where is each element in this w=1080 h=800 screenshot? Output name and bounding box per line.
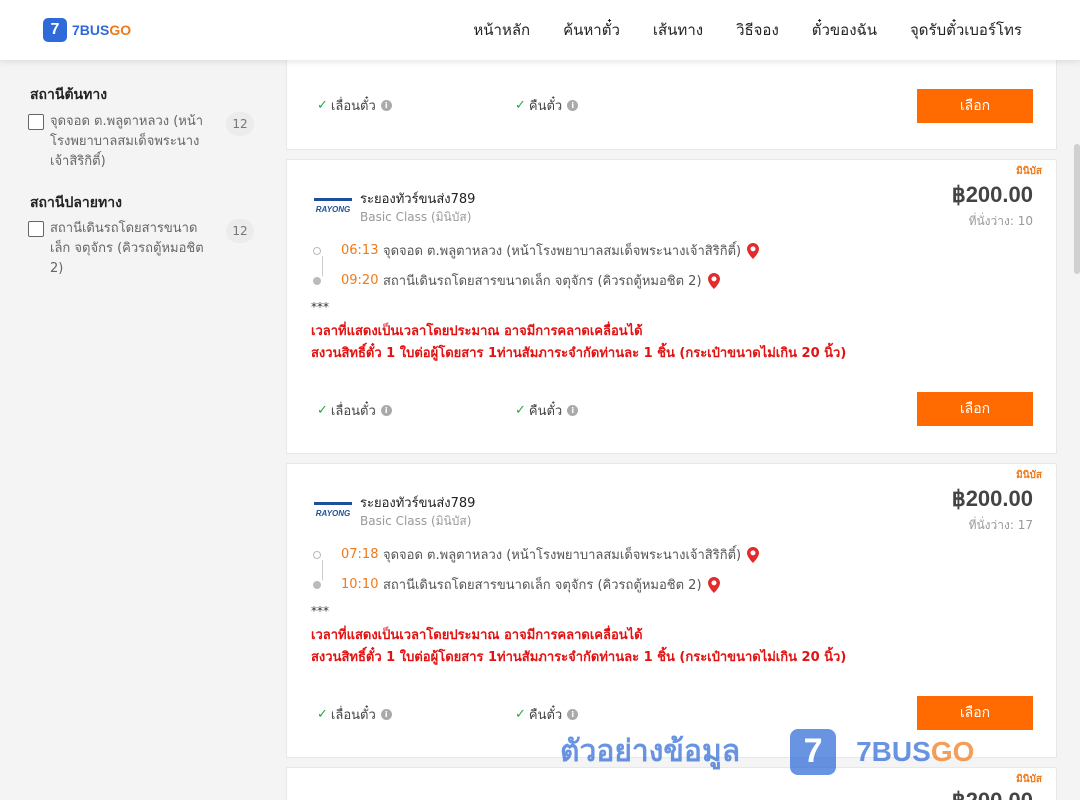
origin-filter-option[interactable]: จุดจอด ต.พลูตาหลวง (หน้าโรงพยาบาลสมเด็จพ… [28, 112, 258, 172]
check-icon: ✓ [515, 98, 526, 113]
arrival-stop: 09:20 สถานีเดินรถโดยสารขนาดเล็ก จตุจักร … [313, 270, 720, 291]
seats-available: ที่นั่งว่าง: 17 [968, 518, 1033, 532]
warning-note: เวลาที่แสดงเป็นเวลาโดยประมาณ อาจมีการคลา… [311, 324, 643, 339]
arrival-time: 10:10 [341, 577, 379, 592]
arrival-dot [313, 276, 321, 285]
ticket-price: ฿200.00 [951, 486, 1033, 511]
trip-card: มินิบัส RAYONG ระยองทัวร์ขนส่ง789 Basic … [286, 463, 1057, 758]
service-class: Basic Class (มินิบัส) [360, 514, 472, 528]
info-icon[interactable]: i [380, 100, 392, 111]
arrival-station: สถานีเดินรถโดยสารขนาดเล็ก จตุจักร (คิวรถ… [383, 578, 702, 593]
nav-my-tickets[interactable]: ตั๋วของฉัน [812, 18, 877, 42]
nav-routes[interactable]: เส้นทาง [653, 18, 703, 42]
operator-logo: RAYONG [314, 198, 352, 214]
info-icon[interactable]: i [567, 709, 579, 720]
filter-sidebar: สถานีต้นทาง จุดจอด ต.พลูตาหลวง (หน้าโรงพ… [0, 60, 270, 800]
brand-logo[interactable]: 7 7BUSGO [43, 18, 131, 42]
logo-icon: 7 [43, 18, 67, 42]
warning-note: สงวนสิทธิ์ตั๋ว 1 ใบต่อผู้โดยสาร 1ท่านสัม… [311, 650, 847, 665]
arrival-time: 09:20 [341, 273, 379, 288]
operator-name: ระยองทัวร์ขนส่ง789 [360, 192, 476, 207]
ticket-price: ฿200.00 [952, 788, 1033, 800]
trip-card: มินิบัส RAYONG ระยองทัวร์ขนส่ง789 Basic … [286, 159, 1057, 454]
reschedule-feature: ✓ เลื่อนตั๋ว i [317, 400, 392, 421]
nav-home[interactable]: หน้าหลัก [473, 18, 530, 42]
map-pin-icon[interactable] [707, 272, 720, 289]
reschedule-feature: ✓ เลื่อนตั๋ว i [317, 95, 392, 116]
svg-text:RAYONG: RAYONG [316, 205, 351, 214]
destination-filter-title: สถานีปลายทาง [30, 195, 122, 211]
service-class: Basic Class (มินิบัส) [360, 210, 472, 224]
main-nav: หน้าหลัก ค้นหาตั๋ว เส้นทาง วิธีจอง ตั๋วข… [440, 0, 1022, 60]
arrival-stop: 10:10 สถานีเดินรถโดยสารขนาดเล็ก จตุจักร … [313, 574, 720, 595]
top-header: 7 7BUSGO หน้าหลัก ค้นหาตั๋ว เส้นทาง วิธี… [0, 0, 1080, 60]
map-pin-icon[interactable] [747, 242, 760, 259]
departure-time: 06:13 [341, 243, 379, 258]
refund-feature: ✓ คืนตั๋ว i [515, 400, 579, 421]
origin-filter-title: สถานีต้นทาง [30, 87, 108, 103]
warning-note: เวลาที่แสดงเป็นเวลาโดยประมาณ อาจมีการคลา… [311, 628, 643, 643]
nav-how-to-book[interactable]: วิธีจอง [736, 18, 779, 42]
logo-text: 7BUSGO [72, 22, 132, 38]
departure-dot [313, 550, 321, 559]
check-icon: ✓ [317, 707, 328, 722]
info-icon[interactable]: i [380, 709, 392, 720]
check-icon: ✓ [515, 707, 526, 722]
info-icon[interactable]: i [567, 100, 579, 111]
scrollbar-thumb[interactable] [1074, 144, 1080, 274]
nav-search-ticket[interactable]: ค้นหาตั๋ว [563, 18, 620, 42]
note-marker: *** [311, 604, 329, 618]
map-pin-icon[interactable] [747, 546, 760, 563]
check-icon: ✓ [515, 403, 526, 418]
operator-logo: RAYONG [314, 502, 352, 518]
destination-option-label: สถานีเดินรถโดยสารขนาดเล็ก จตุจักร (คิวรถ… [50, 221, 204, 276]
check-icon: ✓ [317, 403, 328, 418]
check-icon: ✓ [317, 98, 328, 113]
trip-card: มินิบัส ฿200.00 [286, 767, 1057, 800]
departure-time: 07:18 [341, 547, 379, 562]
info-icon[interactable]: i [567, 405, 579, 416]
refund-feature: ✓ คืนตั๋ว i [515, 95, 579, 116]
svg-text:RAYONG: RAYONG [316, 509, 351, 518]
seats-available: ที่นั่งว่าง: 10 [968, 214, 1033, 228]
origin-checkbox[interactable] [28, 114, 44, 130]
select-button[interactable]: เลือก [917, 89, 1033, 123]
vehicle-type-badge: มินิบัส [1016, 166, 1042, 177]
departure-stop: 07:18 จุดจอด ต.พลูตาหลวง (หน้าโรงพยาบาลส… [313, 544, 760, 565]
destination-filter-option[interactable]: สถานีเดินรถโดยสารขนาดเล็ก จตุจักร (คิวรถ… [28, 219, 258, 279]
refund-feature: ✓ คืนตั๋ว i [515, 704, 579, 725]
reschedule-feature: ✓ เลื่อนตั๋ว i [317, 704, 392, 725]
destination-option-count: 12 [226, 219, 254, 243]
info-icon[interactable]: i [380, 405, 392, 416]
departure-dot [313, 246, 321, 255]
note-marker: *** [311, 300, 329, 314]
select-button[interactable]: เลือก [917, 392, 1033, 426]
ticket-price: ฿200.00 [951, 182, 1033, 207]
page-scrollbar[interactable] [1073, 60, 1080, 800]
destination-checkbox[interactable] [28, 221, 44, 237]
origin-option-label: จุดจอด ต.พลูตาหลวง (หน้าโรงพยาบาลสมเด็จพ… [50, 114, 204, 169]
departure-stop: 06:13 จุดจอด ต.พลูตาหลวง (หน้าโรงพยาบาลส… [313, 240, 760, 261]
warning-note: สงวนสิทธิ์ตั๋ว 1 ใบต่อผู้โดยสาร 1ท่านสัม… [311, 346, 847, 361]
arrival-dot [313, 580, 321, 589]
map-pin-icon[interactable] [707, 576, 720, 593]
nav-ticket-points[interactable]: จุดรับตั๋วเบอร์โทร [910, 18, 1022, 42]
departure-station: จุดจอด ต.พลูตาหลวง (หน้าโรงพยาบาลสมเด็จพ… [383, 548, 742, 563]
operator-name: ระยองทัวร์ขนส่ง789 [360, 496, 476, 511]
vehicle-type-badge: มินิบัส [1016, 470, 1042, 481]
departure-station: จุดจอด ต.พลูตาหลวง (หน้าโรงพยาบาลสมเด็จพ… [383, 244, 742, 259]
origin-option-count: 12 [226, 112, 254, 136]
arrival-station: สถานีเดินรถโดยสารขนาดเล็ก จตุจักร (คิวรถ… [383, 274, 702, 289]
vehicle-type-badge: มินิบัส [1016, 774, 1042, 785]
select-button[interactable]: เลือก [917, 696, 1033, 730]
